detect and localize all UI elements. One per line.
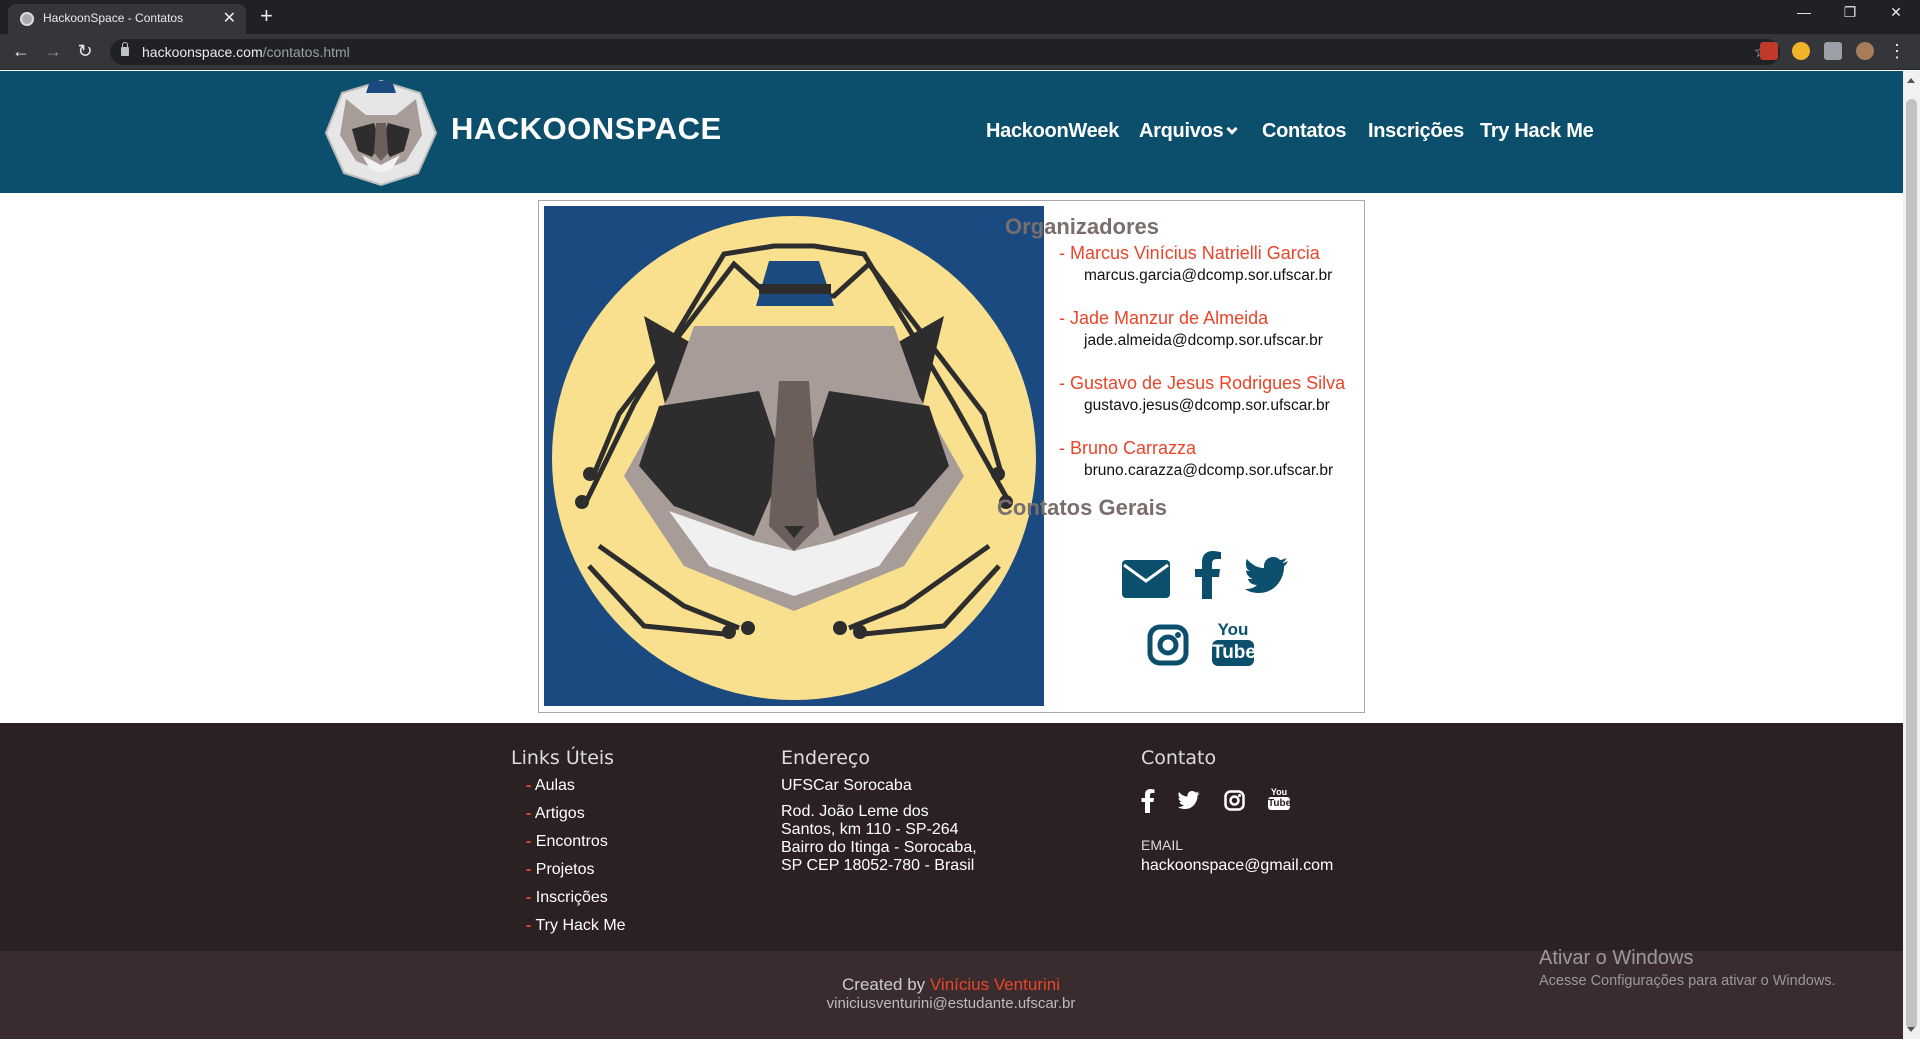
footer-twitter-icon[interactable]	[1178, 791, 1200, 809]
organizer-email[interactable]: marcus.garcia@dcomp.sor.ufscar.br	[1084, 267, 1332, 285]
footer: Links Úteis - Aulas - Artigos - Encontro…	[0, 723, 1903, 951]
credit-author-link[interactable]: Vinícius Venturini	[930, 975, 1060, 994]
footer-link-projetos[interactable]: - Projetos	[526, 861, 594, 879]
browser-tabbar: HackoonSpace - Contatos ✕ + — ❐ ✕	[0, 0, 1920, 34]
organizer-email[interactable]: gustavo.jesus@dcomp.sor.ufscar.br	[1084, 397, 1330, 415]
reload-icon[interactable]: ↻	[74, 40, 96, 62]
organizer-name: - Jade Manzur de Almeida	[1059, 308, 1269, 328]
extension-gmail-icon[interactable]	[1760, 42, 1778, 60]
raccoon-favicon-icon	[20, 12, 34, 26]
minimize-icon[interactable]: —	[1794, 4, 1814, 20]
organizer-name: - Marcus Vinícius Natrielli Garcia	[1059, 243, 1320, 263]
address-name: UFSCar Sorocaba	[781, 777, 912, 794]
footer-youtube-you-label: You	[1270, 787, 1288, 797]
nav-hackoonweek[interactable]: HackoonWeek	[986, 120, 1119, 143]
credit-email[interactable]: viniciusventurini@estudante.ufscar.br	[751, 995, 1151, 1012]
page-scrollbar[interactable]	[1903, 71, 1920, 1039]
organizer-name: - Gustavo de Jesus Rodrigues Silva	[1059, 373, 1346, 393]
raccoon-logo-icon[interactable]	[322, 77, 440, 187]
lock-icon	[121, 42, 129, 56]
extensions-puzzle-icon[interactable]	[1824, 42, 1842, 60]
organizers-title: Organizadores	[1004, 214, 1160, 239]
scroll-up-arrow-icon[interactable]	[1907, 78, 1915, 83]
footer-facebook-icon[interactable]	[1141, 789, 1155, 813]
url-text: hackoonspace.com/contatos.html	[142, 44, 350, 60]
address-bar[interactable]: hackoonspace.com/contatos.html ☆	[110, 39, 1780, 65]
organizer-name: - Bruno Carrazza	[1059, 438, 1197, 458]
close-window-icon[interactable]: ✕	[1886, 4, 1906, 21]
raccoon-hero-image	[544, 206, 1044, 706]
footer-link-artigos[interactable]: - Artigos	[526, 805, 585, 823]
browser-toolbar: ← → ↻ hackoonspace.com/contatos.html ☆ ⋮	[0, 34, 1920, 70]
footer-link-aulas[interactable]: - Aulas	[526, 777, 575, 795]
scroll-down-arrow-icon[interactable]	[1907, 1027, 1915, 1032]
address-line: Rod. João Leme dos	[781, 803, 929, 820]
footer-instagram-icon[interactable]	[1224, 790, 1245, 811]
scroll-thumb[interactable]	[1906, 99, 1917, 1029]
forward-icon[interactable]: →	[42, 40, 64, 62]
contacts-card: Organizadores - Marcus Vinícius Natriell…	[538, 200, 1365, 713]
nav-contatos[interactable]: Contatos	[1262, 120, 1347, 143]
close-tab-icon[interactable]: ✕	[223, 8, 236, 28]
raccoon-illustration-icon	[552, 216, 1036, 700]
windows-activation-title: Ativar o Windows	[1539, 947, 1694, 969]
email-label: EMAIL	[1141, 837, 1184, 853]
organizer-email[interactable]: jade.almeida@dcomp.sor.ufscar.br	[1084, 332, 1323, 350]
youtube-you-label: You	[1217, 620, 1249, 639]
restore-icon[interactable]: ❐	[1840, 4, 1860, 21]
back-icon[interactable]: ←	[10, 40, 32, 62]
footer-link-inscricoes[interactable]: - Inscrições	[526, 889, 608, 907]
tab-title: HackoonSpace - Contatos	[43, 11, 184, 25]
nav-arquivos[interactable]: Arquivos	[1139, 120, 1238, 143]
twitter-icon[interactable]	[1245, 557, 1289, 593]
chevron-down-icon	[1226, 123, 1238, 135]
address-line: SP CEP 18052-780 - Brasil	[781, 857, 975, 874]
browser-tab[interactable]: HackoonSpace - Contatos ✕	[8, 4, 246, 34]
credit-line: Created by Vinícius Venturini	[842, 975, 1060, 994]
footer-youtube-icon[interactable]: You Tube	[1268, 787, 1292, 810]
site-header: HACKOONSPACE HackoonWeek Arquivos Contat…	[0, 71, 1903, 193]
youtube-icon[interactable]: You Tube	[1212, 620, 1256, 671]
address-line: Santos, km 110 - SP-264	[781, 821, 959, 838]
general-contacts-title: Contatos Gerais	[997, 495, 1167, 520]
extension-thumb-icon[interactable]	[1792, 42, 1810, 60]
organizer-email[interactable]: bruno.carazza@dcomp.sor.ufscar.br	[1084, 462, 1333, 480]
useful-links-title: Links Úteis	[511, 747, 615, 769]
footer-link-encontros[interactable]: - Encontros	[526, 833, 608, 851]
windows-activation-subtitle: Acesse Configurações para ativar o Windo…	[1539, 973, 1836, 989]
contact-title: Contato	[1141, 747, 1217, 769]
footer-link-tryhackme[interactable]: - Try Hack Me	[526, 917, 626, 935]
nav-inscricoes[interactable]: Inscrições	[1368, 120, 1464, 143]
facebook-icon[interactable]	[1194, 551, 1222, 599]
footer-email[interactable]: hackoonspace@gmail.com	[1141, 857, 1333, 875]
brand-title[interactable]: HACKOONSPACE	[451, 111, 722, 147]
instagram-icon[interactable]	[1147, 624, 1189, 666]
nav-tryhackme[interactable]: Try Hack Me	[1480, 120, 1594, 143]
profile-avatar[interactable]	[1856, 42, 1874, 60]
footer-youtube-tube-label: Tube	[1268, 797, 1292, 810]
envelope-icon[interactable]	[1121, 559, 1171, 599]
address-line: Bairro do Itinga - Sorocaba,	[781, 839, 977, 856]
menu-dots-icon[interactable]: ⋮	[1886, 40, 1908, 62]
new-tab-icon[interactable]: +	[260, 4, 273, 28]
address-title: Endereço	[781, 747, 870, 769]
youtube-tube-label: Tube	[1212, 640, 1256, 666]
